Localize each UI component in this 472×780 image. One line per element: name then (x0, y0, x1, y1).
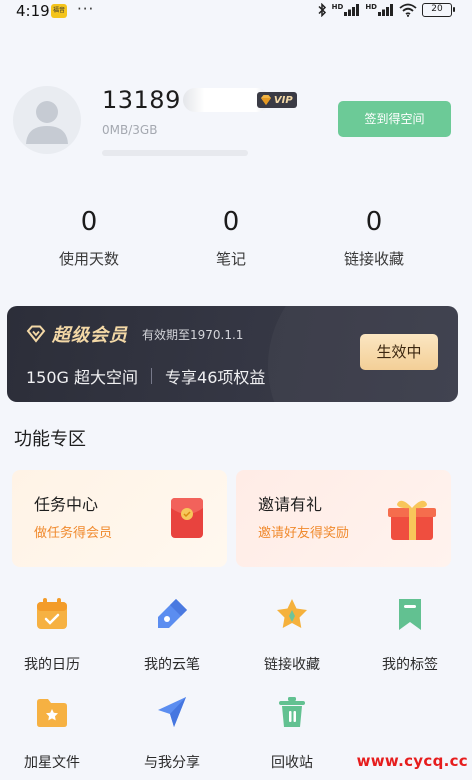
status-indicators: HD HD 20 (317, 3, 455, 17)
invite-rewards-card[interactable]: 邀请有礼 邀请好友得奖励 (236, 470, 451, 567)
star-link-icon (277, 599, 307, 628)
grid-item-label: 加星文件 (24, 755, 80, 771)
grid-item-my-calendar[interactable]: 我的日历 (0, 596, 104, 674)
invite-rewards-title: 邀请有礼 (258, 495, 323, 514)
avatar[interactable] (13, 86, 81, 154)
gift-box-icon (388, 500, 436, 540)
cloud-pen-icon (158, 599, 187, 628)
vip-diamond-icon (26, 325, 46, 343)
battery-icon: 20 (422, 3, 455, 17)
vip-badge[interactable]: VIP (256, 92, 297, 108)
grid-item-label: 链接收藏 (264, 657, 320, 673)
storage-progress-bar (102, 150, 248, 156)
vip-status-button[interactable]: 生效中 (360, 334, 438, 370)
grid-item-my-tags[interactable]: 我的标签 (358, 596, 462, 674)
storage-usage-text: 0MB/3GB (102, 123, 158, 137)
stat-value: 0 (222, 207, 240, 237)
redacted-name-mask (182, 88, 269, 112)
status-bar: 4:19 福音 ··· HD HD 20 (0, 0, 472, 24)
grid-item-label: 与我分享 (144, 755, 200, 771)
vip-expiry-text: 有效期至1970.1.1 (142, 327, 244, 342)
super-vip-card[interactable]: 超级会员 有效期至1970.1.1 150G 超大空间 专享46项权益 生效中 (7, 306, 458, 402)
vip-card-title: 超级会员 (52, 325, 128, 346)
default-avatar-icon (26, 101, 68, 144)
stat-usage-days[interactable]: 0 使用天数 (29, 204, 149, 269)
user-name-row: 13189 VIP (102, 86, 297, 114)
stat-label: 使用天数 (58, 250, 119, 268)
grid-item-starred-files[interactable]: 加星文件 (0, 694, 104, 772)
vip-card-title-row: 超级会员 有效期至1970.1.1 (26, 321, 243, 347)
stat-notes[interactable]: 0 笔记 (171, 204, 291, 269)
bookmark-icon (399, 599, 421, 630)
red-envelope-icon (171, 498, 203, 538)
calendar-icon (37, 598, 67, 629)
grid-item-link-favorites[interactable]: 链接收藏 (240, 596, 344, 674)
invite-rewards-subtitle: 邀请好友得奖励 (258, 526, 350, 541)
checkin-button[interactable]: 签到得空间 (338, 101, 451, 137)
task-center-card[interactable]: 任务中心 做任务得会员 (12, 470, 227, 567)
grid-item-my-cloud-pen[interactable]: 我的云笔 (120, 596, 224, 674)
vip-benefit-divider (151, 368, 153, 384)
grid-item-label: 回收站 (271, 755, 313, 771)
wifi-icon (399, 3, 417, 17)
signal-icon-1: HD (332, 4, 361, 16)
vip-benefit-rights: 专享46项权益 (165, 368, 266, 387)
stat-value: 0 (365, 207, 383, 237)
share-icon (158, 697, 186, 727)
signal-icon-2: HD (365, 4, 394, 16)
section-title-features: 功能专区 (14, 429, 86, 450)
stat-label: 笔记 (215, 250, 246, 268)
site-watermark: www.cycq.cc (356, 752, 468, 770)
vip-benefits: 150G 超大空间 专享46项权益 (26, 364, 265, 388)
stat-link-favorites[interactable]: 0 链接收藏 (314, 204, 434, 269)
more-notifications-icon: ··· (77, 0, 95, 18)
grid-item-recycle-bin[interactable]: 回收站 (240, 694, 344, 772)
notification-app-icon: 福音 (51, 4, 67, 18)
grid-item-label: 我的云笔 (144, 657, 200, 673)
bluetooth-icon (318, 3, 326, 17)
stat-value: 0 (80, 207, 98, 237)
task-center-subtitle: 做任务得会员 (34, 526, 113, 541)
user-name: 13189 (102, 86, 181, 114)
vip-diamond-icon (260, 95, 271, 105)
task-center-title: 任务中心 (34, 495, 99, 514)
grid-item-shared-with-me[interactable]: 与我分享 (120, 694, 224, 772)
status-time: 4:19 (16, 2, 50, 20)
trash-icon (279, 697, 305, 727)
grid-item-label: 我的标签 (382, 657, 438, 673)
grid-item-label: 我的日历 (24, 657, 80, 673)
stat-label: 链接收藏 (343, 250, 404, 268)
star-folder-icon (37, 699, 67, 727)
vip-badge-label: VIP (273, 94, 293, 106)
vip-benefit-storage: 150G 超大空间 (26, 368, 139, 387)
